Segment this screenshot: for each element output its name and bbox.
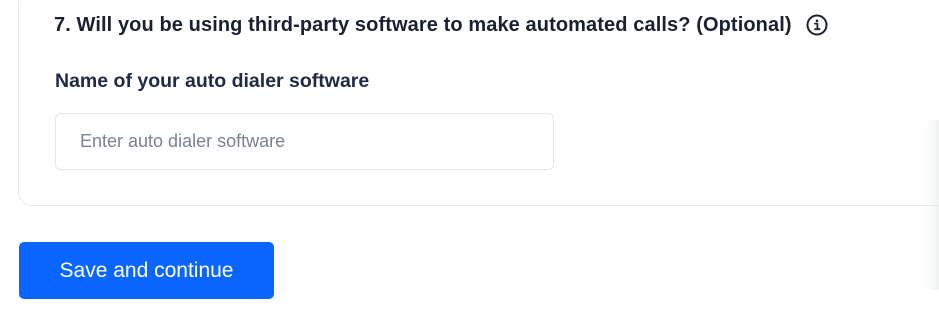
auto-dialer-label: Name of your auto dialer software — [55, 70, 370, 92]
scroll-edge-shadow — [925, 120, 939, 290]
question-heading: 7. Will you be using third-party softwar… — [54, 12, 828, 38]
question-text: 7. Will you be using third-party softwar… — [54, 13, 792, 36]
info-icon[interactable] — [806, 14, 828, 36]
page: 7. Will you be using third-party softwar… — [0, 0, 939, 314]
save-and-continue-button[interactable]: Save and continue — [19, 242, 274, 299]
auto-dialer-software-input[interactable] — [55, 113, 554, 170]
